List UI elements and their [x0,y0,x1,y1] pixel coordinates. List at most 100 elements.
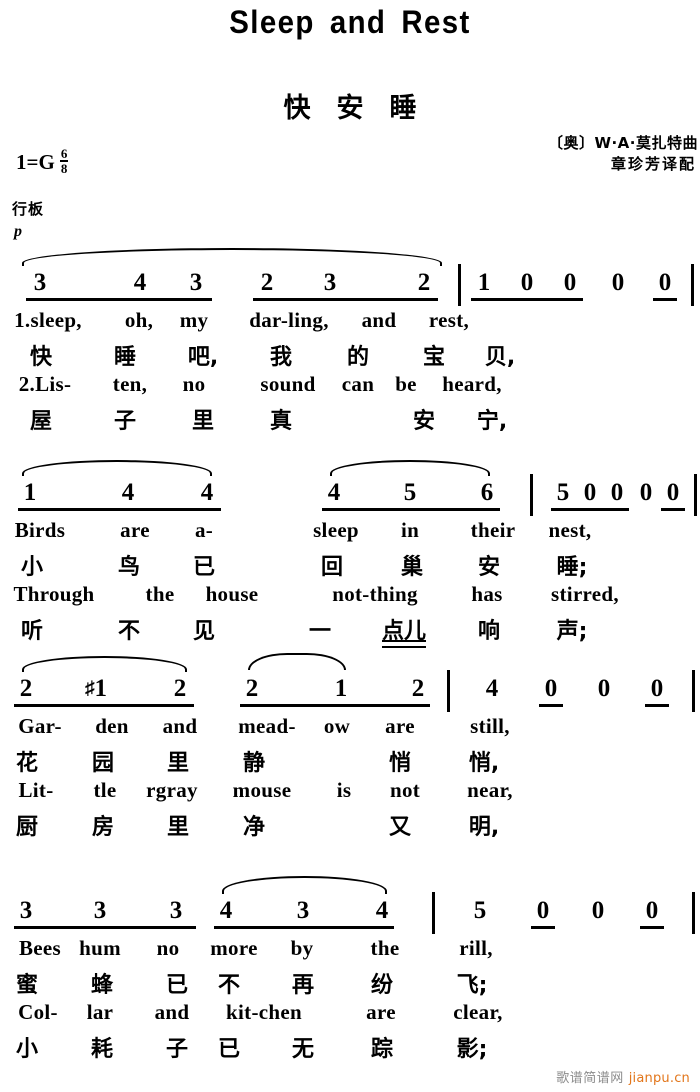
lyric-syllable: the [145,582,175,606]
lyric-syllable: 悄 [388,751,412,776]
note: 4 [200,479,214,506]
note: 5 [473,897,487,924]
lyric-syllable: 真 [269,409,293,434]
lyric-syllable: 屋 [29,409,53,434]
lyric-syllable: 再 [291,973,315,998]
lyric-syllable: Bees [18,936,62,960]
note: 3 [93,897,107,924]
tempo-marking: 行板 [12,200,45,218]
lyric-syllable: rgray [146,778,198,802]
lyric-syllable: 子 [165,1037,189,1062]
beam [26,298,212,301]
beam [253,298,438,301]
note: 0 [563,269,577,296]
lyric-syllable: 我 [269,345,293,370]
note: 4 [327,479,341,506]
beam [240,704,430,707]
note: 2 [19,675,33,702]
lyric-syllable: 贝, [484,345,516,370]
lyric-syllable: 2.Lis- [18,372,72,396]
lyric-syllable: 已 [192,555,216,580]
note: 4 [121,479,135,506]
lyric-syllable: 静 [242,751,266,776]
note: 3 [19,897,33,924]
lyric-syllable: Birds [14,518,66,542]
note: 4 [375,897,389,924]
watermark-url: jianpu.cn [628,1071,690,1086]
lyric-syllable: no [182,372,206,396]
beam [14,926,196,929]
lyric-syllable: more [210,936,258,960]
note: 2 [411,675,425,702]
note: 6 [480,479,494,506]
lyric-syllable: 宝 [422,345,446,370]
lyric-syllable: their [470,518,516,542]
note: 0 [520,269,534,296]
lyric-syllable: 小 [20,555,44,580]
note: 0 [536,897,550,924]
key-tonic: 1 [16,149,27,174]
lyric-syllable: 吧, [187,345,219,370]
lyric-syllable: Lit- [18,778,54,802]
beam [653,298,677,301]
lyric-syllable: Through [13,582,95,606]
barline [458,264,461,306]
lyric-syllable: and [154,1000,190,1024]
note: 3 [189,269,203,296]
page-subtitle-chinese: 快安睡 [283,93,443,124]
beam [214,926,394,929]
page-title: Sleep and Rest [229,4,471,40]
lyric-line: 听 不 见 一 点儿 响 声; [0,613,700,648]
lyric-syllable: 里 [191,409,215,434]
lyric-line: 快 睡 吧, 我 的 宝 贝, [0,339,700,372]
lyric-syllable: 安 [412,409,436,434]
lyric-syllable: 见 [192,619,216,644]
lyric-syllable: are [366,1000,396,1024]
note: 3 [33,269,47,296]
lyric-syllable: 又 [388,815,412,840]
lyric-syllable: Col- [18,1000,58,1024]
lyric-syllable: 净 [242,815,266,840]
lyric-syllable: be [395,372,417,396]
lyric-syllable: 点儿 [381,613,427,648]
lyric-syllable: 小 [15,1037,39,1062]
lyric-syllable: 不 [217,973,241,998]
barline [692,670,695,712]
note: 0 [611,269,625,296]
lyric-syllable: clear, [453,1000,503,1024]
lyric-line: 小 鸟 已 回 巢 安 睡; [0,549,700,582]
lyric-syllable: can [341,372,375,396]
lyric-syllable: mead- [238,714,296,738]
barline [691,264,694,306]
note-row: 3 3 3 4 3 4 5 0 0 0 [0,876,700,936]
key-equals: = [26,149,39,174]
lyric-syllable: sleep [313,518,359,542]
lyric-syllable: rill, [459,936,493,960]
slur-icon [22,656,187,672]
lyric-syllable: no [156,936,180,960]
slur-icon [330,460,490,476]
music-system-2: 1 4 4 4 5 6 5 0 0 0 0 Birds are a- sleep… [0,460,700,648]
lyric-line: 2.Lis- ten, no sound can be heard, [0,372,700,403]
lyric-syllable: 声; [556,619,588,644]
beam [640,926,664,929]
lyric-syllable: hum [79,936,121,960]
lyric-syllable: heard, [442,372,502,396]
beam [322,508,500,511]
lyric-syllable: are [385,714,415,738]
lyric-syllable: house [205,582,259,606]
lyric-line: Lit- tle rgray mouse is not near, [0,778,700,809]
note: 0 [610,479,624,506]
lyric-syllable: oh, [124,308,154,332]
note: 4 [219,897,233,924]
beam [471,298,583,301]
slur-icon [22,460,212,476]
lyric-syllable: my [179,308,209,332]
lyric-syllable: is [336,778,352,802]
lyric-syllable: 蜂 [90,973,114,998]
note: 0 [645,897,659,924]
lyric-syllable: den [95,714,129,738]
lyric-syllable: a- [194,518,214,542]
note: 0 [591,897,605,924]
note: 2 [245,675,259,702]
